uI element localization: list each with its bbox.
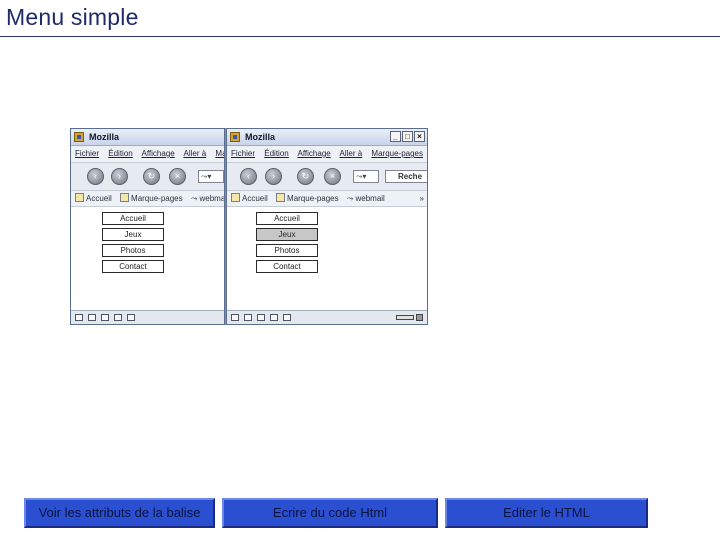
address-book-icon[interactable] [114,314,122,321]
menu-bar: Fichier Édition Affichage Aller à Ma [71,146,224,163]
simple-menu: Accueil Jeux Photos Contact [256,212,318,276]
menu-bar: Fichier Édition Affichage Aller à Marque… [227,146,427,163]
menu-affichage[interactable]: Affichage [298,149,331,158]
window-titlebar: Mozilla [71,129,224,146]
menu-fichier[interactable]: Fichier [231,149,255,158]
chat-icon[interactable] [127,314,135,321]
mail-icon[interactable] [88,314,96,321]
menu-edition[interactable]: Édition [108,149,132,158]
view-attributes-button[interactable]: Voir les attributs de la balise [24,498,215,528]
menu-item-contact[interactable]: Contact [256,260,318,273]
status-bar [227,310,427,324]
bookmark-webmail[interactable]: ⤳ webmail [347,194,385,203]
chat-icon[interactable] [283,314,291,321]
minimize-icon[interactable]: _ [390,131,401,142]
url-input[interactable]: ⤳▾ [198,170,224,183]
window-titlebar: Mozilla _ □ × [227,129,427,146]
status-indicators [396,314,423,321]
menu-item-photos[interactable]: Photos [256,244,318,257]
mozilla-app-icon [230,132,240,142]
close-icon[interactable]: × [414,131,425,142]
maximize-icon[interactable]: □ [402,131,413,142]
back-icon[interactable]: ‹ [240,168,257,185]
page-content: Accueil Jeux Photos Contact [71,207,224,309]
search-label: Reche [398,172,423,181]
menu-aller[interactable]: Aller à [340,149,363,158]
menu-item-photos[interactable]: Photos [102,244,164,257]
forward-icon[interactable]: › [265,168,282,185]
mail-icon[interactable] [244,314,252,321]
bookmark-marque-pages[interactable]: Marque-pages [276,193,339,203]
progress-indicator [396,315,414,320]
window-controls: _ □ × [390,131,425,142]
menu-item-jeux[interactable]: Jeux [102,228,164,241]
window-title: Mozilla [89,132,120,142]
edit-html-button[interactable]: Editer le HTML [445,498,648,528]
menu-edition[interactable]: Édition [264,149,288,158]
reload-icon[interactable]: ↻ [297,168,314,185]
menu-fichier[interactable]: Fichier [75,149,99,158]
mozilla-app-icon [74,132,84,142]
back-icon[interactable]: ‹ [87,168,104,185]
menu-item-accueil[interactable]: Accueil [256,212,318,225]
home-icon [231,193,240,202]
composer-icon[interactable] [257,314,265,321]
bookmarks-toolbar: Accueil Marque-pages ⤳ webmail [71,191,224,207]
stop-icon[interactable]: × [169,168,186,185]
navigation-toolbar: ‹ › ↻ × ⤳▾ Reche [227,163,427,191]
bookmarks-toolbar: Accueil Marque-pages ⤳ webmail » [227,191,427,207]
menu-item-jeux[interactable]: Jeux [256,228,318,241]
window-title: Mozilla [245,132,276,142]
title-divider [0,36,720,37]
address-book-icon[interactable] [270,314,278,321]
menu-affichage[interactable]: Affichage [142,149,175,158]
folder-icon [120,193,130,202]
write-html-button[interactable]: Ecrire du code Html [222,498,438,528]
stop-icon[interactable]: × [324,168,341,185]
home-icon [75,193,84,202]
composer-icon[interactable] [101,314,109,321]
menu-item-accueil[interactable]: Accueil [102,212,164,225]
navigator-icon[interactable] [75,314,83,321]
security-icon [416,314,423,321]
url-input[interactable]: ⤳▾ [353,170,379,183]
folder-icon [276,193,286,202]
menu-marque-pages[interactable]: Ma [215,149,224,158]
bookmark-webmail[interactable]: ⤳ webmail [191,194,224,203]
search-input[interactable]: Reche [385,170,427,183]
simple-menu: Accueil Jeux Photos Contact [102,212,164,276]
bookmark-accueil[interactable]: Accueil [75,193,112,203]
bookmark-accueil[interactable]: Accueil [231,193,268,203]
reload-icon[interactable]: ↻ [143,168,160,185]
forward-icon[interactable]: › [111,168,128,185]
bookmark-marque-pages[interactable]: Marque-pages [120,193,183,203]
navigation-toolbar: ‹ › ↻ × ⤳▾ [71,163,224,191]
browser-window-left: Mozilla Fichier Édition Affichage Aller … [70,128,225,325]
navigator-icon[interactable] [231,314,239,321]
page-content: Accueil Jeux Photos Contact [227,207,427,309]
page-title: Menu simple [6,4,139,30]
chevron-right-icon[interactable]: » [420,191,424,206]
status-bar [71,310,224,324]
menu-item-contact[interactable]: Contact [102,260,164,273]
browser-window-right: Mozilla _ □ × Fichier Édition Affichage … [226,128,428,325]
browser-screenshot: Mozilla Fichier Édition Affichage Aller … [70,128,428,325]
menu-marque-pages[interactable]: Marque-pages [371,149,423,158]
menu-aller[interactable]: Aller à [184,149,207,158]
